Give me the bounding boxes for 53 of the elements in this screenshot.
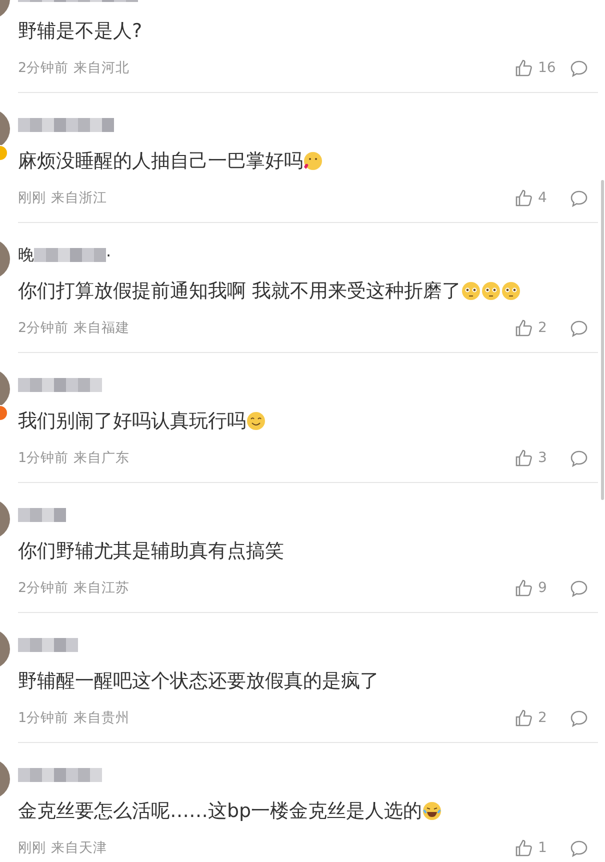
like-icon[interactable]: [515, 319, 533, 337]
like-icon[interactable]: [515, 449, 533, 467]
scrollbar[interactable]: [601, 180, 604, 500]
like-icon[interactable]: [515, 839, 533, 857]
comment-text: 野辅是不是人?: [18, 19, 142, 44]
comment-location: 来自广东: [74, 450, 130, 466]
comment-text: 我们别闹了好吗认真玩行吗: [18, 409, 246, 434]
comment-location: 来自河北: [74, 60, 130, 76]
like-count: 3: [538, 450, 548, 466]
comment-text: 金克丝要怎么活呢……这bp一楼金克丝是人选的: [18, 799, 422, 824]
comment-text: 麻烦没睡醒的人抽自己一巴掌好吗: [18, 149, 303, 174]
emoji-icon: [246, 411, 266, 431]
blurred-username: [18, 506, 66, 524]
comment-icon[interactable]: [570, 840, 588, 856]
like-count: 2: [538, 710, 548, 726]
comment-time: 1分钟前: [18, 710, 69, 726]
comment-time: 刚刚: [18, 840, 46, 856]
comment-time: 1分钟前: [18, 450, 69, 466]
like-icon[interactable]: [515, 189, 533, 207]
comment-icon[interactable]: [570, 450, 588, 466]
comment-time: 2分钟前: [18, 580, 69, 596]
like-icon[interactable]: [515, 59, 533, 77]
like-icon[interactable]: [515, 709, 533, 727]
comment-location: 来自天津: [51, 840, 107, 856]
comment-location: 来自贵州: [74, 710, 130, 726]
emoji-icon: [461, 281, 482, 301]
emoji-icon: [481, 281, 502, 301]
like-count: 9: [538, 580, 548, 596]
comment-time: 2分钟前: [18, 60, 69, 76]
comment-location: 来自福建: [74, 320, 130, 336]
comment-location: 来自浙江: [51, 190, 107, 206]
comment-icon[interactable]: [570, 710, 588, 726]
comment-text: 你们野辅尤其是辅助真有点搞笑: [18, 539, 284, 564]
blurred-username: [34, 246, 106, 264]
comment-time: 刚刚: [18, 190, 46, 206]
like-count: 1: [538, 840, 548, 856]
username: ·: [106, 246, 112, 264]
comment-time: 2分钟前: [18, 320, 69, 336]
comment-text: 你们打算放假提前通知我啊 我就不用来受这种折磨了: [18, 279, 462, 304]
comment-location: 来自江苏: [74, 580, 130, 596]
emoji-icon: [303, 151, 323, 171]
comment-icon[interactable]: [570, 190, 588, 206]
like-count: 16: [538, 60, 557, 76]
like-count: 4: [538, 190, 548, 206]
like-count: 2: [538, 320, 548, 336]
like-icon[interactable]: [515, 579, 533, 597]
emoji-icon: [501, 281, 522, 301]
comment-icon[interactable]: [570, 60, 588, 76]
username: 晚: [18, 244, 34, 266]
comment-icon[interactable]: [570, 320, 588, 336]
comment-icon[interactable]: [570, 580, 588, 596]
emoji-icon: [422, 801, 442, 821]
comment-text: 野辅醒一醒吧这个状态还要放假真的是疯了: [18, 669, 379, 694]
